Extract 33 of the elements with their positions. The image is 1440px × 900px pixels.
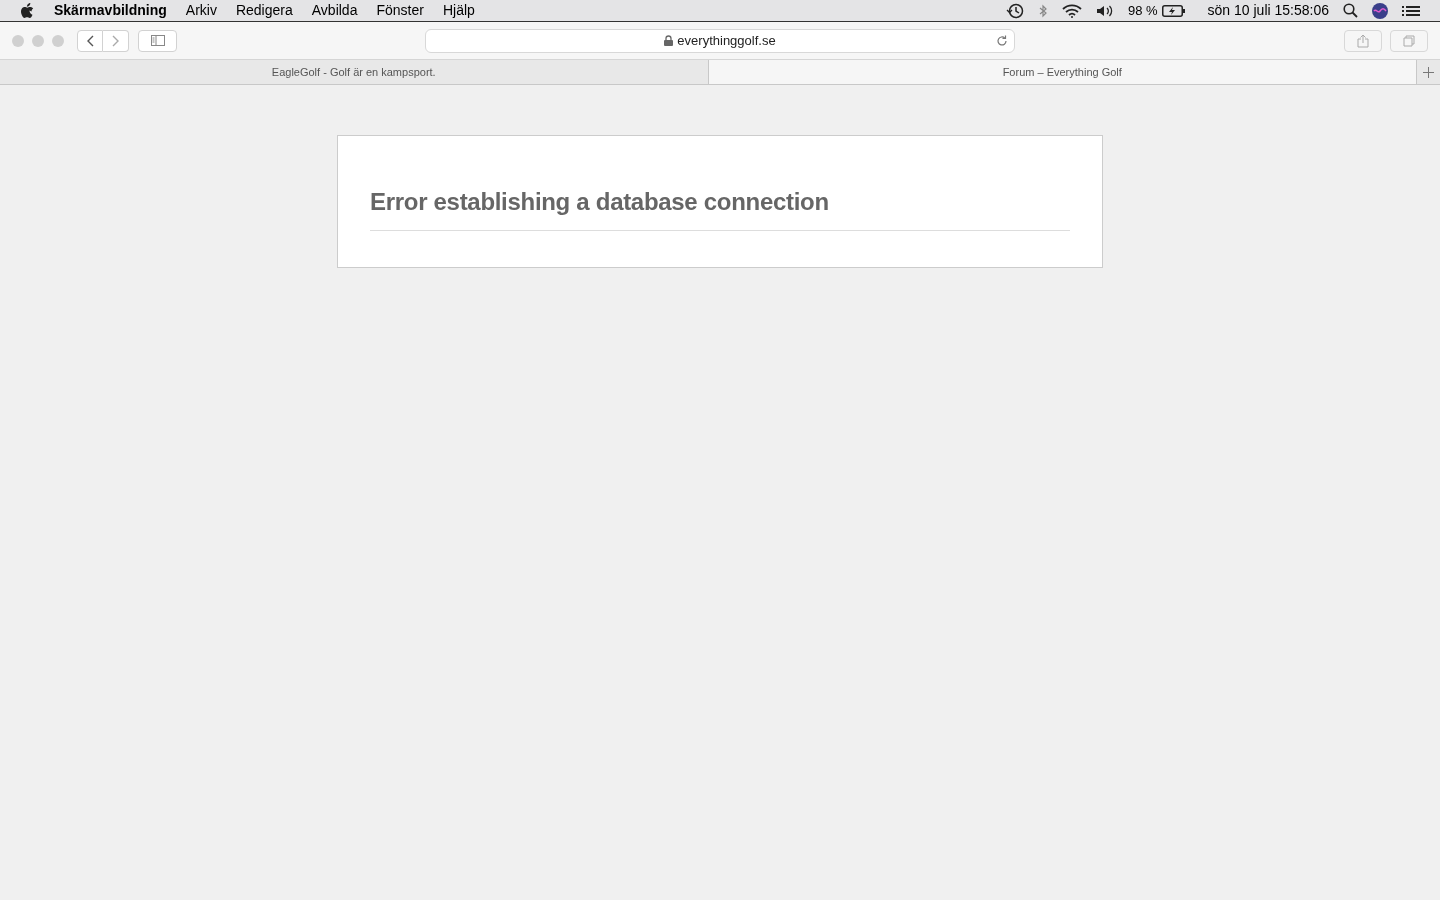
menu-item[interactable]: Fönster xyxy=(376,0,424,21)
overlapping-squares-icon xyxy=(1403,34,1415,47)
chevron-right-icon xyxy=(111,34,120,47)
bluetooth-icon[interactable] xyxy=(1037,3,1048,18)
menu-item[interactable]: Redigera xyxy=(235,0,293,21)
menu-item[interactable]: Hjälp xyxy=(442,0,475,21)
menu-bar-clock[interactable]: sön 10 juli 15:58:06 xyxy=(1207,0,1329,21)
battery-charging-icon[interactable] xyxy=(1161,4,1186,17)
chevron-left-icon xyxy=(86,34,94,47)
apple-logo-icon[interactable] xyxy=(20,2,34,19)
lock-icon xyxy=(664,35,674,46)
browser-tab[interactable]: Forum – Everything Golf xyxy=(707,60,1416,84)
browser-tab[interactable]: EagleGolf - Golf är en kampsport. xyxy=(0,60,708,84)
menu-item[interactable]: Arkiv xyxy=(185,0,217,21)
address-field[interactable]: everythinggolf.se xyxy=(425,28,1015,53)
app-menu[interactable]: Skärmavbildning xyxy=(54,0,167,21)
clock-icon[interactable] xyxy=(1005,2,1024,19)
back-button[interactable] xyxy=(77,29,103,52)
error-heading: Error establishing a database connection xyxy=(370,184,1070,231)
search-icon[interactable] xyxy=(1343,3,1358,18)
reload-icon[interactable] xyxy=(996,34,1008,47)
menu-item[interactable]: Avbilda xyxy=(311,0,358,21)
wifi-icon[interactable] xyxy=(1061,3,1082,18)
list-icon[interactable] xyxy=(1402,4,1420,17)
share-icon xyxy=(1357,33,1369,48)
assistant-orb-icon[interactable] xyxy=(1372,2,1388,19)
sidebar-icon xyxy=(150,35,165,46)
plus-icon xyxy=(1423,66,1434,78)
speaker-icon[interactable] xyxy=(1095,3,1114,18)
new-tab-button[interactable] xyxy=(1416,60,1440,84)
url-text: everythinggolf.se xyxy=(677,31,776,50)
battery-percentage: 98 % xyxy=(1127,1,1158,20)
sidebar-button[interactable] xyxy=(138,29,177,52)
